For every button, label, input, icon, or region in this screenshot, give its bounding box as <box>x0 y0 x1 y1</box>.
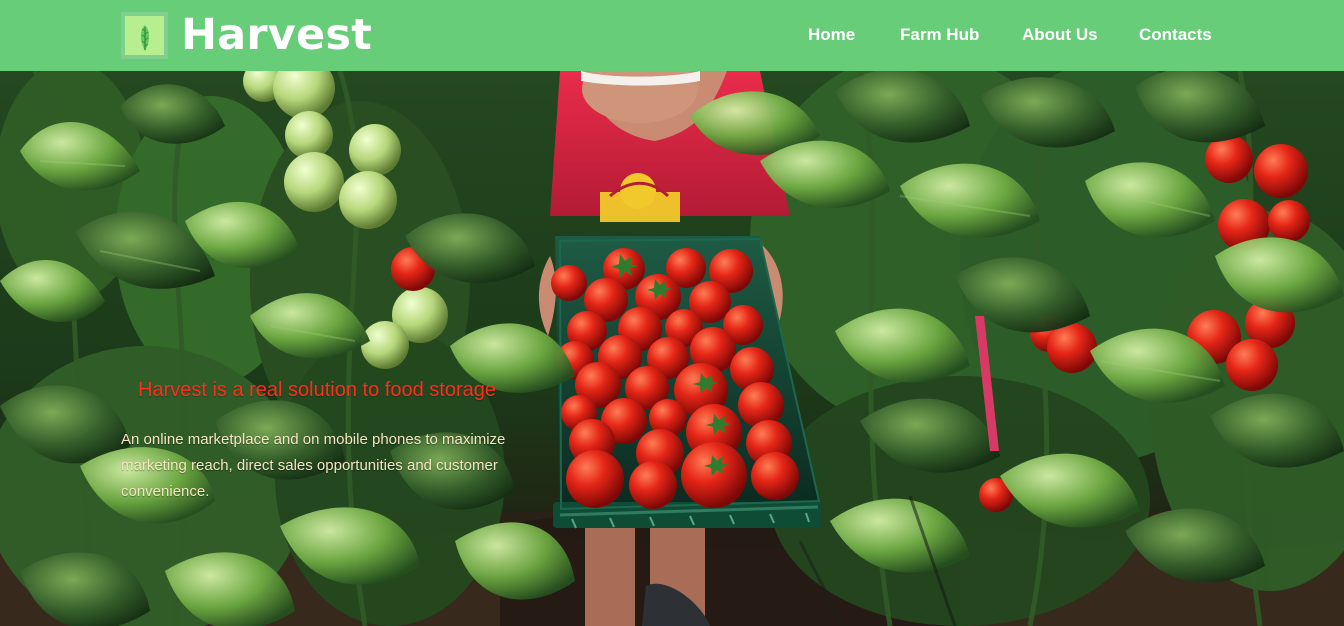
brand-name: Harvest <box>181 10 372 60</box>
landing-page: Harvest Home Farm Hub About Us Contacts <box>0 0 1344 626</box>
hero-farm-image <box>0 71 1344 626</box>
hero-headline: Harvest is a real solution to food stora… <box>138 379 496 401</box>
site-header: Harvest Home Farm Hub About Us Contacts <box>0 0 1344 71</box>
leaf-logo-icon <box>121 11 168 59</box>
brand-logo[interactable]: Harvest <box>121 11 372 59</box>
hero-section: Harvest is a real solution to food stora… <box>0 71 1344 626</box>
nav-contacts-link[interactable]: Contacts <box>1139 24 1212 46</box>
hero-description: An online marketplace and on mobile phon… <box>121 431 506 500</box>
nav-home-link[interactable]: Home <box>808 24 900 46</box>
nav-farm-hub-link[interactable]: Farm Hub <box>900 24 1022 46</box>
leaf-icon <box>140 24 150 51</box>
main-navigation: Home Farm Hub About Us Contacts <box>808 24 1212 46</box>
nav-about-us-link[interactable]: About Us <box>1022 24 1139 46</box>
